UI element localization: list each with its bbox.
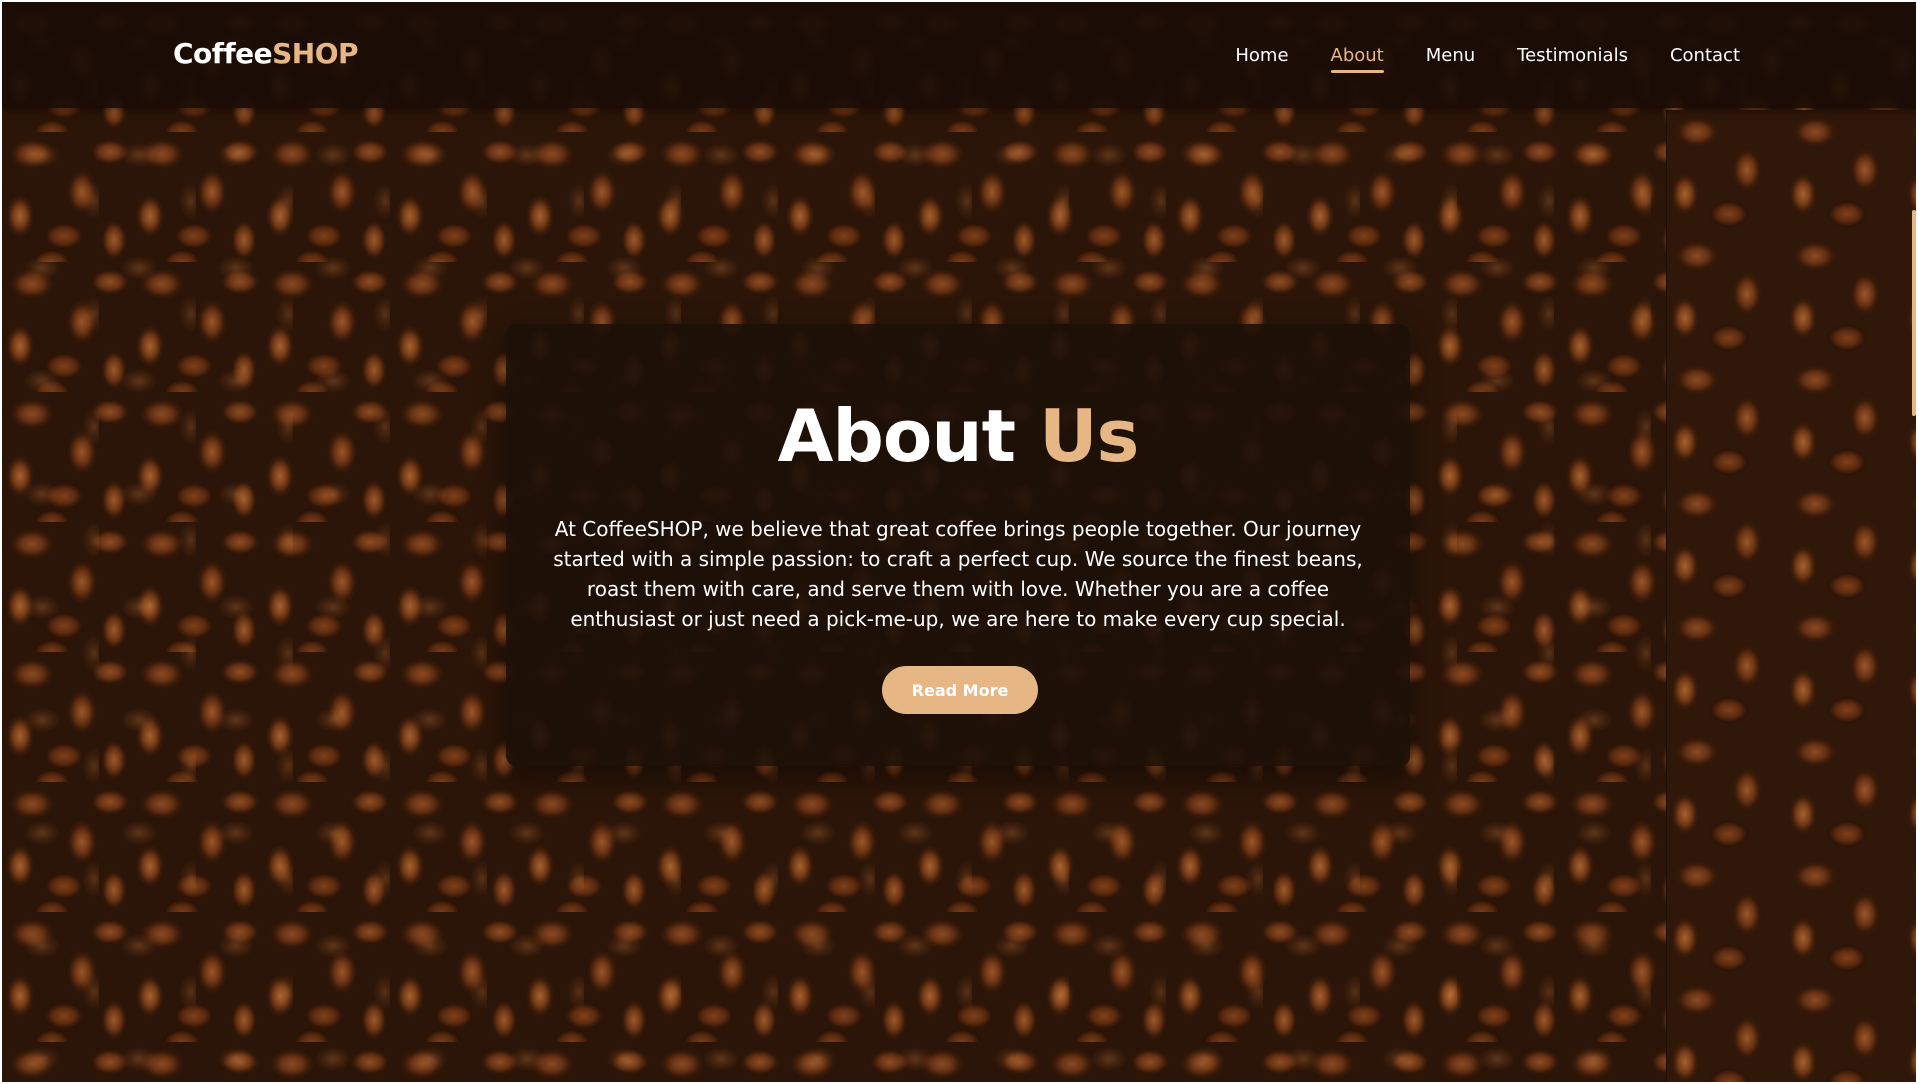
scrollbar-thumb[interactable] xyxy=(1912,210,1916,416)
about-card: About Us At CoffeeSHOP, we believe that … xyxy=(506,324,1410,766)
read-more-button[interactable]: Read More xyxy=(882,666,1038,714)
brand-logo[interactable]: CoffeeSHOP xyxy=(173,36,359,72)
about-title-main: About xyxy=(777,394,1016,478)
nav-links: Home About Menu Testimonials Contact xyxy=(1235,44,1740,73)
nav-link-about[interactable]: About xyxy=(1330,44,1384,73)
navbar: CoffeeSHOP Home About Menu Testimonials … xyxy=(2,2,1916,108)
about-title-accent: Us xyxy=(1039,394,1139,478)
about-description: At CoffeeSHOP, we believe that great cof… xyxy=(553,517,1363,631)
page-viewport: CoffeeSHOP Home About Menu Testimonials … xyxy=(2,2,1916,1082)
coffee-beans-background-strip xyxy=(1666,110,1916,1082)
nav-link-menu[interactable]: Menu xyxy=(1426,44,1475,68)
brand-name-accent: SHOP xyxy=(272,37,359,70)
about-title: About Us xyxy=(506,394,1410,478)
nav-link-contact[interactable]: Contact xyxy=(1670,44,1740,68)
nav-link-home[interactable]: Home xyxy=(1235,44,1288,68)
nav-link-testimonials[interactable]: Testimonials xyxy=(1517,44,1628,68)
brand-name-main: Coffee xyxy=(173,37,273,70)
